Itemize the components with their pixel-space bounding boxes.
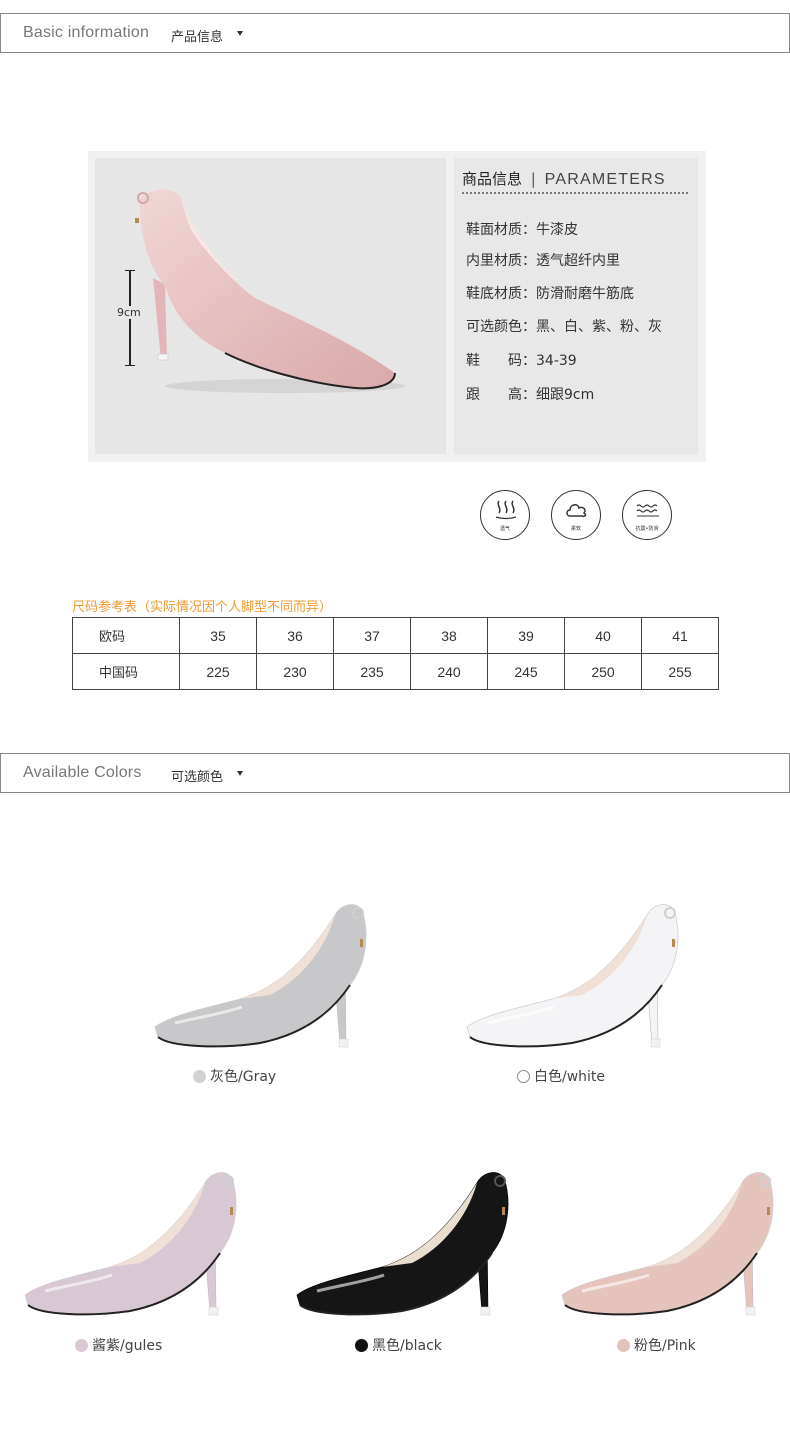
table-row: 中国码 225 230 235 240 245 250 255 [72, 653, 719, 690]
feature-label: 透气 [499, 526, 510, 532]
feature-soft: 柔软 [551, 490, 601, 540]
color-label-text: 粉色/Pink [634, 1338, 696, 1354]
basic-information-header[interactable]: Basic information 产品信息 [0, 13, 790, 53]
size-cell: 250 [564, 653, 642, 690]
size-cell: 255 [641, 653, 719, 690]
param-upper-material: 鞋面材质：牛漆皮 [466, 222, 578, 238]
size-cell: 38 [410, 617, 488, 654]
section-title-cn: 可选颜色 [171, 770, 224, 785]
size-cell: 39 [487, 617, 565, 654]
parameters-title-cn: 商品信息 [462, 170, 523, 188]
color-option-gules[interactable]: 酱紫/gules [75, 1335, 162, 1355]
parameters-title-sep: | [530, 170, 536, 188]
section-title-en: Basic information [23, 24, 150, 41]
section-title-en: Available Colors [23, 764, 142, 781]
parameters-title: 商品信息 | PARAMETERS [462, 168, 666, 189]
color-option-pink[interactable]: 粉色/Pink [617, 1335, 696, 1355]
color-option-black[interactable]: 黑色/black [355, 1335, 442, 1355]
pink-pump-image[interactable] [557, 1163, 790, 1323]
available-colors-header[interactable]: Available Colors 可选颜色 [0, 753, 790, 793]
white-pump-image[interactable] [462, 895, 697, 1055]
size-cell: 225 [179, 653, 257, 690]
size-cell: 40 [564, 617, 642, 654]
feature-anti-slip: 抗震•防滑 [622, 490, 672, 540]
size-cell: 35 [179, 617, 257, 654]
color-label-text: 灰色/Gray [210, 1069, 277, 1085]
purple-pump-image[interactable] [20, 1163, 255, 1323]
color-swatch [75, 1339, 88, 1352]
product-photo [95, 158, 446, 454]
color-swatch [355, 1339, 368, 1352]
size-chart-title: 尺码参考表（实际情况因个人脚型不同而异） [72, 600, 333, 615]
black-pump-image[interactable] [292, 1163, 527, 1323]
row-label-eu: 欧码 [72, 617, 180, 654]
color-swatch [193, 1070, 206, 1083]
feature-breathable: 透气 [480, 490, 530, 540]
size-cell: 36 [256, 617, 334, 654]
breathable-icon [495, 500, 517, 520]
color-swatch [517, 1070, 530, 1083]
param-lining: 内里材质：透气超纤内里 [466, 253, 620, 269]
size-cell: 41 [641, 617, 719, 654]
pink-pump-image [135, 189, 405, 393]
caret-down-icon [237, 31, 243, 36]
table-row: 欧码 35 36 37 38 39 40 41 [72, 617, 719, 654]
soft-cloud-icon [566, 504, 587, 517]
param-size: 鞋 码：34-39 [466, 353, 577, 369]
color-label-text: 黑色/black [372, 1338, 442, 1354]
parameters-panel [454, 158, 698, 454]
size-cell: 245 [487, 653, 565, 690]
param-colors: 可选颜色：黑、白、紫、粉、灰 [466, 319, 662, 335]
caret-down-icon [237, 771, 243, 776]
feature-label: 柔软 [570, 526, 581, 532]
section-title-cn: 产品信息 [171, 30, 224, 45]
size-cell: 37 [333, 617, 411, 654]
gray-pump-image[interactable] [150, 895, 385, 1055]
feature-label: 抗震•防滑 [635, 526, 659, 532]
heel-height-label: 9cm [116, 306, 142, 319]
size-cell: 235 [333, 653, 411, 690]
color-option-gray[interactable]: 灰色/Gray [193, 1066, 276, 1086]
color-swatch [617, 1339, 630, 1352]
row-label-cn: 中国码 [72, 653, 180, 690]
param-sole: 鞋底材质：防滑耐磨牛筋底 [466, 286, 634, 302]
size-cell: 240 [410, 653, 488, 690]
anti-slip-icon [636, 504, 659, 517]
color-option-white[interactable]: 白色/white [517, 1066, 605, 1086]
parameters-title-en: PARAMETERS [544, 171, 666, 188]
color-label-text: 白色/white [534, 1069, 606, 1085]
size-chart-table: 欧码 35 36 37 38 39 40 41 中国码 225 230 235 … [72, 617, 719, 690]
size-cell: 230 [256, 653, 334, 690]
param-heel-height: 跟 高：细跟9cm [466, 387, 595, 403]
parameters-divider [462, 192, 688, 194]
color-label-text: 酱紫/gules [92, 1338, 163, 1354]
